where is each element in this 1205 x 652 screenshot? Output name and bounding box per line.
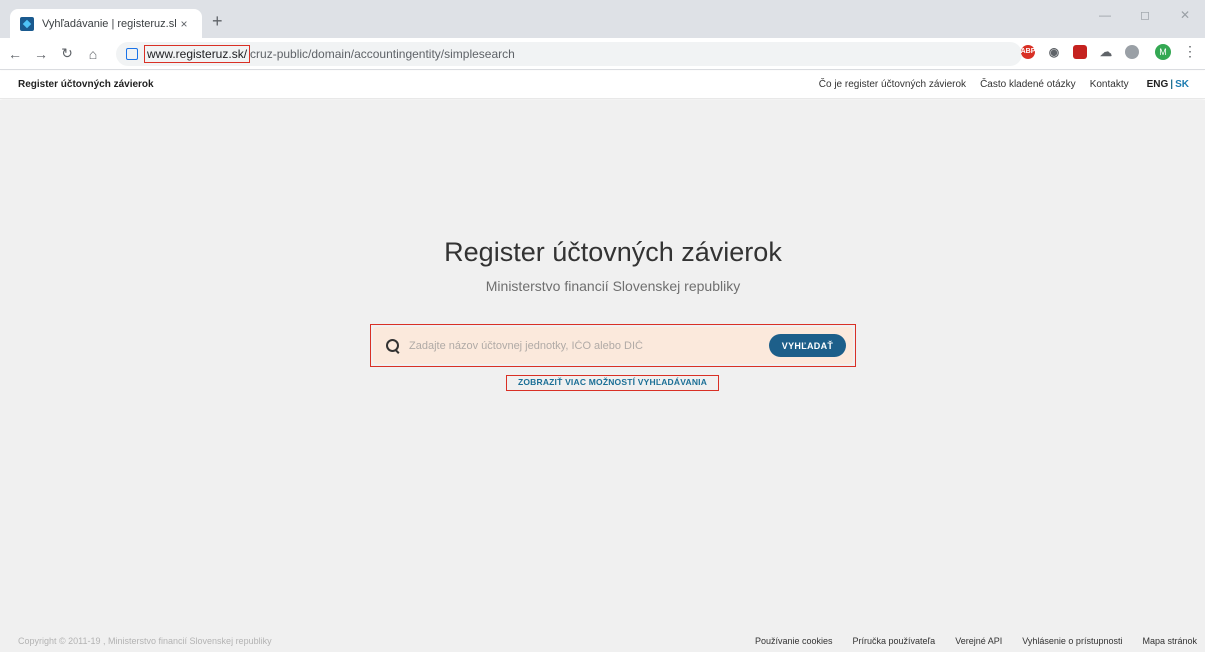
nav-link-about[interactable]: Čo je register účtovných závierok [819,79,966,90]
home-icon[interactable]: ⌂ [82,46,104,62]
address-bar[interactable]: www.registeruz.sk/ cruz-public/domain/ac… [116,42,1022,66]
advanced-search-link[interactable]: ZOBRAZIŤ VIAC MOŽNOSTÍ VYHĽADÁVANIA [506,375,719,391]
lang-eng[interactable]: ENG [1147,79,1169,90]
cloud-icon[interactable]: ☁ [1099,45,1113,59]
back-icon[interactable]: ← [4,46,26,62]
extension-icon[interactable] [1125,44,1139,59]
profile-avatar[interactable]: M [1155,43,1171,60]
extensions-area: ABP ◉ ☁ M ⋮ [1021,43,1197,60]
site-favicon-icon [20,16,34,31]
search-button[interactable]: VYHĽADAŤ [769,334,846,357]
window-controls: — ◻ ✕ [1085,0,1205,30]
lang-sk[interactable]: SK [1175,79,1189,90]
reload-icon[interactable]: ↻ [56,45,78,62]
page-subtitle: Ministerstvo financií Slovenskej republi… [485,278,741,294]
tab-title: Vyhľadávanie | registeruz.sk [42,17,176,30]
top-navigation: Čo je register účtovných závierok Často … [805,79,1189,90]
new-tab-button[interactable]: + [212,12,223,30]
forward-icon[interactable]: → [30,46,52,62]
adblock-icon[interactable]: ABP [1021,44,1035,59]
browser-menu-icon[interactable]: ⋮ [1183,43,1197,60]
page-info-icon[interactable] [126,48,138,60]
footer-link-manual[interactable]: Príručka používateľa [853,636,936,646]
search-input[interactable] [409,339,769,352]
lang-separator: | [1170,79,1174,90]
site-footer: Copyright © 2011-19 , Ministerstvo finan… [0,630,1205,652]
minimize-button[interactable]: — [1085,0,1125,30]
language-switcher: ENG | SK [1147,79,1189,90]
browser-toolbar: ← → ↻ ⌂ www.registeruz.sk/ cruz-public/d… [0,38,1205,70]
main-content: Register účtovných závierok Ministerstvo… [0,100,1205,630]
nav-link-faq[interactable]: Často kladené otázky [980,79,1076,90]
copyright-text: Copyright © 2011-19 , Ministerstvo finan… [18,636,272,646]
close-window-button[interactable]: ✕ [1165,0,1205,30]
browser-tabstrip: Vyhľadávanie | registeruz.sk × + — ◻ ✕ [0,0,1205,38]
site-header: Register účtovných závierok Čo je regist… [0,71,1205,99]
maximize-button[interactable]: ◻ [1125,0,1165,30]
search-icon [385,338,401,354]
brand-link[interactable]: Register účtovných závierok [18,79,154,90]
nav-link-contacts[interactable]: Kontakty [1090,79,1129,90]
footer-link-sitemap[interactable]: Mapa stránok [1142,636,1197,646]
pdf-extension-icon[interactable] [1073,44,1087,59]
camera-icon[interactable]: ◉ [1047,45,1061,59]
url-host: www.registeruz.sk/ [144,45,251,63]
search-box: VYHĽADAŤ [373,327,853,364]
url-path: cruz-public/domain/accountingentity/simp… [250,47,515,61]
footer-links: Používanie cookies Príručka používateľa … [735,636,1197,646]
footer-link-cookies[interactable]: Používanie cookies [755,636,833,646]
page-title: Register účtovných závierok [444,237,782,267]
footer-link-api[interactable]: Verejné API [955,636,1002,646]
browser-tab[interactable]: Vyhľadávanie | registeruz.sk × [10,9,202,38]
search-highlight-frame: VYHĽADAŤ [370,324,856,367]
close-tab-icon[interactable]: × [176,17,192,31]
footer-link-accessibility[interactable]: Vyhlásenie o prístupnosti [1022,636,1122,646]
